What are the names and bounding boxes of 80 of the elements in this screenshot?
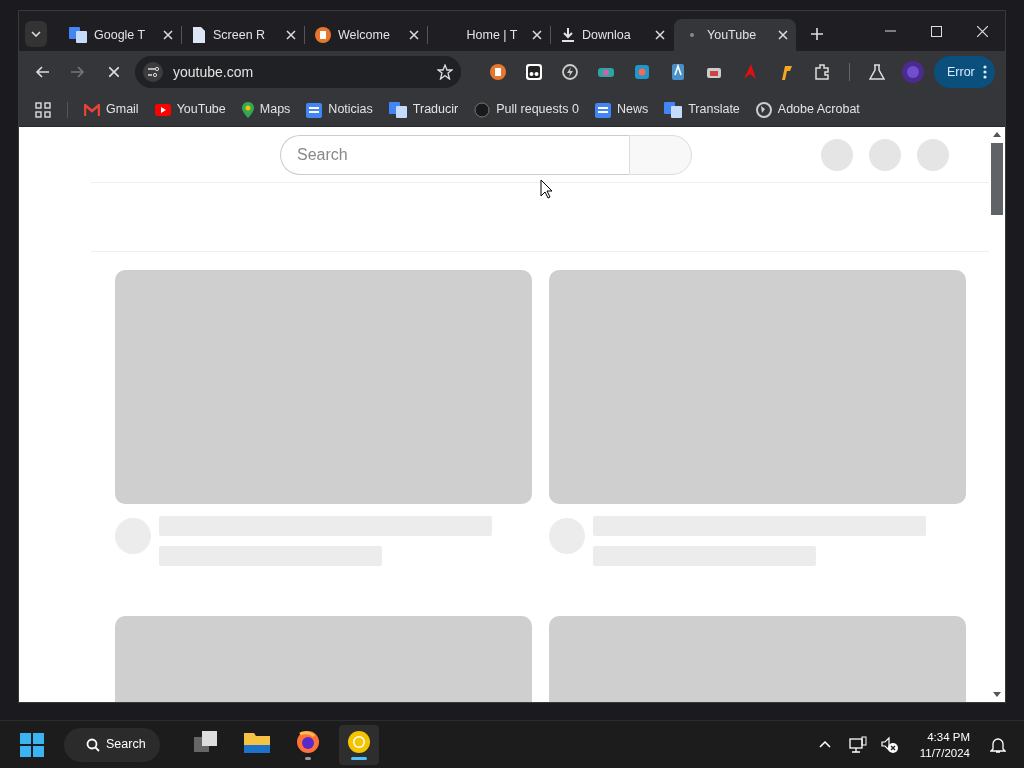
firefox-icon (296, 729, 320, 754)
chevron-up-icon (818, 741, 831, 748)
globe-icon (755, 101, 772, 118)
bookmark-link[interactable]: Adobe Acrobat (755, 100, 860, 119)
browser-tab[interactable]: Screen R (182, 19, 304, 51)
bookmark-link[interactable]: Translate (664, 100, 740, 119)
taskbar-search[interactable]: Search (64, 727, 160, 762)
record-icon (633, 63, 651, 81)
search-icon (86, 737, 100, 752)
speaker-muted-icon (880, 735, 899, 754)
folder-icon (244, 730, 270, 753)
bookmark-link[interactable]: Traducir (388, 100, 459, 119)
avatar-icon (902, 61, 924, 83)
close-icon[interactable] (409, 30, 419, 40)
placeholder-circle (869, 138, 901, 171)
close-icon[interactable] (163, 30, 173, 40)
badge-icon (489, 63, 507, 81)
browser-tab[interactable]: YouTube (674, 19, 796, 51)
close-icon[interactable] (532, 30, 542, 40)
close-icon (976, 25, 988, 37)
windows-icon (20, 732, 44, 757)
mail-icon (84, 103, 100, 116)
address-bar[interactable]: youtube.com (135, 56, 461, 88)
clock-time: 4:34 PM (927, 730, 970, 743)
clock-date: 11/7/2024 (919, 746, 970, 759)
document-icon (192, 27, 206, 43)
bookmark-link[interactable]: Noticias (306, 100, 373, 119)
close-icon[interactable] (778, 30, 788, 40)
bookmark-link[interactable]: Gmail (84, 100, 139, 119)
letter-icon (669, 63, 687, 81)
arrow-right-icon (71, 66, 85, 78)
play-icon (154, 103, 171, 116)
browser-tab[interactable]: Downloa (551, 19, 673, 51)
tab-search-button[interactable] (25, 21, 47, 47)
close-icon[interactable] (286, 30, 296, 40)
octocat-icon (474, 101, 491, 118)
site-settings-icon[interactable] (143, 62, 163, 82)
start-button[interactable] (18, 730, 46, 759)
scroll-down-icon[interactable] (993, 692, 1001, 698)
flask-icon (869, 64, 885, 80)
chrome-canary-icon (347, 729, 371, 754)
maximize-icon (930, 25, 942, 37)
scroll-up-icon[interactable] (993, 131, 1001, 137)
bookmark-link[interactable]: Pull requests 0 (474, 100, 579, 119)
lightning-icon (561, 63, 579, 81)
arrow-left-icon (35, 66, 49, 78)
browser-tab[interactable]: Google T (59, 19, 181, 51)
bookmark-link[interactable]: News (594, 100, 649, 119)
bell-icon (990, 735, 1006, 754)
news-icon (306, 101, 323, 118)
grid-icon (35, 101, 51, 118)
network-icon (848, 735, 867, 754)
browser-tab[interactable]: Home | T (428, 19, 550, 51)
translate-icon (664, 101, 683, 118)
star-icon[interactable] (437, 64, 453, 80)
more-icon (982, 65, 987, 79)
placeholder-circle (821, 138, 853, 171)
news-icon (594, 101, 611, 118)
plus-icon (811, 28, 823, 40)
browser-tab[interactable]: Welcome (305, 19, 427, 51)
scrollbar-thumb[interactable] (991, 143, 1003, 215)
download-icon (561, 27, 575, 43)
close-icon (109, 67, 119, 77)
translate-icon (69, 27, 87, 43)
apps-button[interactable] (35, 101, 51, 118)
bookmark-link[interactable]: YouTube (154, 100, 226, 119)
glasses-icon (525, 63, 543, 81)
map-pin-icon (241, 101, 254, 118)
profile-error-button[interactable]: Error (934, 56, 995, 88)
taskbar-app-button[interactable] (339, 724, 379, 765)
windows-stack-icon (194, 730, 218, 753)
chevron-down-icon (31, 31, 41, 37)
search-field[interactable]: Search (280, 134, 629, 175)
close-icon[interactable] (655, 30, 665, 40)
puzzle-icon (813, 63, 831, 81)
placeholder-circle (917, 138, 949, 171)
mouse-pointer (540, 179, 553, 199)
translate-icon (388, 101, 407, 118)
badge-icon (315, 27, 331, 43)
bookmark-link[interactable]: Maps (241, 100, 291, 119)
